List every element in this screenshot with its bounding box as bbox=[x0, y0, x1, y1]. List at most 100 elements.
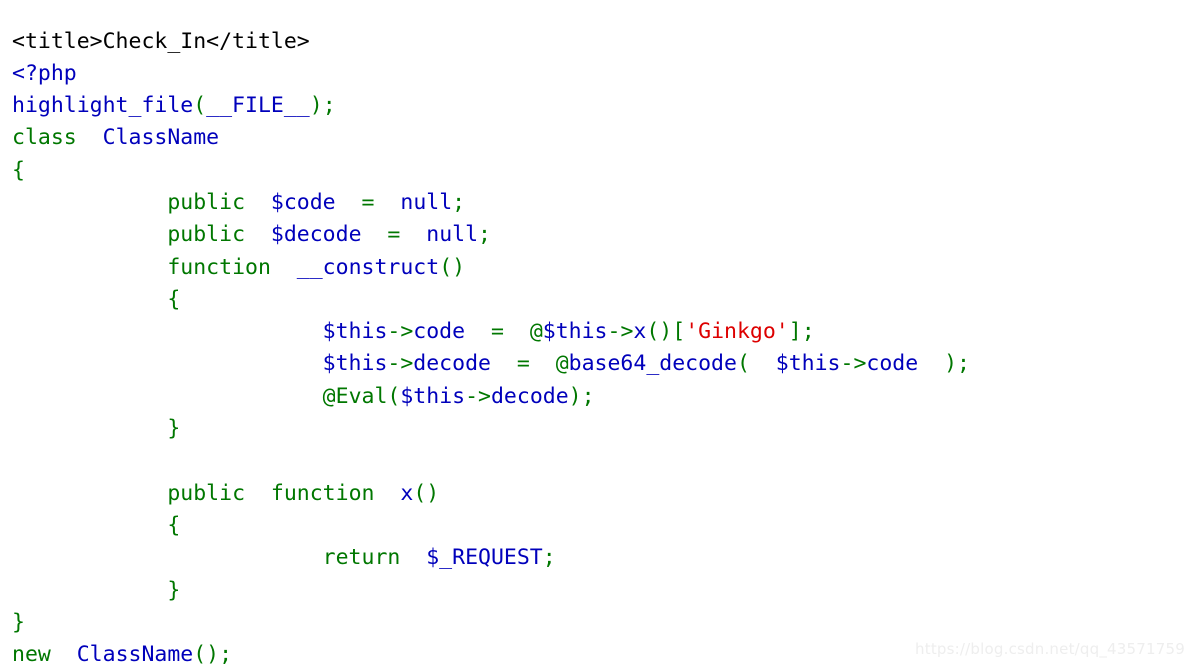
code-token: ) bbox=[944, 351, 957, 376]
code-token: ()[ bbox=[646, 319, 685, 344]
code-token: new bbox=[12, 642, 51, 667]
code-token bbox=[51, 642, 77, 667]
code-token: = bbox=[387, 222, 400, 247]
code-line: public $code = null; bbox=[12, 187, 970, 219]
code-token: -> bbox=[608, 319, 634, 344]
code-token bbox=[400, 222, 426, 247]
code-token: 'Ginkgo' bbox=[685, 319, 789, 344]
code-token: { bbox=[12, 158, 25, 183]
code-line: <?php bbox=[12, 58, 970, 90]
code-token bbox=[12, 545, 323, 570]
code-token: -> bbox=[387, 319, 413, 344]
code-token: } bbox=[12, 610, 25, 635]
source-code-listing: <title>Check_In</title> <?php highlight_fi… bbox=[12, 26, 970, 671]
code-token: -> bbox=[841, 351, 867, 376]
code-token bbox=[12, 190, 167, 215]
code-token: Eval bbox=[336, 384, 388, 409]
code-token bbox=[12, 351, 323, 376]
code-token bbox=[12, 416, 167, 441]
code-token: x bbox=[400, 481, 413, 506]
code-token: ( bbox=[387, 384, 400, 409]
code-token: = bbox=[517, 351, 530, 376]
code-token: () bbox=[193, 642, 219, 667]
code-token bbox=[12, 481, 167, 506]
code-token: public bbox=[167, 190, 245, 215]
code-token bbox=[77, 125, 103, 150]
code-token: ; bbox=[219, 642, 232, 667]
code-token: $decode bbox=[271, 222, 362, 247]
watermark-url: https://blog.csdn.net/qq_43571759 bbox=[915, 640, 1185, 658]
code-token: $this bbox=[323, 351, 388, 376]
code-token bbox=[374, 190, 400, 215]
code-token: class bbox=[12, 125, 77, 150]
code-token bbox=[245, 481, 271, 506]
code-line: $this->code = @$this->x()['Ginkgo']; bbox=[12, 316, 970, 348]
code-token: () bbox=[439, 255, 465, 280]
code-line: } bbox=[12, 607, 970, 639]
code-token: } bbox=[167, 416, 180, 441]
code-token: ClassName bbox=[77, 642, 194, 667]
code-token bbox=[12, 513, 167, 538]
code-token: base64_decode bbox=[569, 351, 737, 376]
code-token: <title>Check_In</title> bbox=[12, 29, 310, 54]
code-token: code bbox=[413, 319, 465, 344]
code-token: public bbox=[167, 222, 245, 247]
code-token: { bbox=[167, 513, 180, 538]
code-token: @ bbox=[323, 384, 336, 409]
code-token: ) bbox=[569, 384, 582, 409]
code-token: $this bbox=[400, 384, 465, 409]
code-line: @Eval($this->decode); bbox=[12, 381, 970, 413]
code-line: return $_REQUEST; bbox=[12, 542, 970, 574]
code-token: @ bbox=[530, 319, 543, 344]
code-token: $this bbox=[543, 319, 608, 344]
code-token: ; bbox=[582, 384, 595, 409]
code-token bbox=[491, 351, 517, 376]
code-line: public $decode = null; bbox=[12, 219, 970, 251]
code-token bbox=[750, 351, 776, 376]
code-token: decode bbox=[491, 384, 569, 409]
code-token: ; bbox=[478, 222, 491, 247]
code-token: @ bbox=[556, 351, 569, 376]
code-token: $this bbox=[776, 351, 841, 376]
code-token bbox=[12, 287, 167, 312]
code-token: public bbox=[167, 481, 245, 506]
code-token: $this bbox=[323, 319, 388, 344]
code-token: = bbox=[491, 319, 504, 344]
code-token bbox=[12, 384, 323, 409]
code-line bbox=[12, 445, 970, 477]
code-token: $_REQUEST bbox=[426, 545, 543, 570]
code-token bbox=[465, 319, 491, 344]
code-token: ] bbox=[789, 319, 802, 344]
code-token: code bbox=[866, 351, 918, 376]
code-token: ClassName bbox=[103, 125, 220, 150]
code-token: null bbox=[400, 190, 452, 215]
code-token: ; bbox=[452, 190, 465, 215]
code-token: () bbox=[413, 481, 439, 506]
code-line: } bbox=[12, 575, 970, 607]
code-token: ( bbox=[737, 351, 750, 376]
code-token bbox=[12, 222, 167, 247]
code-line: { bbox=[12, 155, 970, 187]
code-token: ; bbox=[543, 545, 556, 570]
code-token: ; bbox=[957, 351, 970, 376]
code-token: ; bbox=[802, 319, 815, 344]
code-line: new ClassName(); bbox=[12, 639, 970, 671]
code-token: ) bbox=[310, 93, 323, 118]
code-line: function __construct() bbox=[12, 252, 970, 284]
code-token: null bbox=[426, 222, 478, 247]
code-token bbox=[362, 222, 388, 247]
code-token bbox=[374, 481, 400, 506]
code-token bbox=[245, 222, 271, 247]
code-token: x bbox=[633, 319, 646, 344]
code-token bbox=[271, 255, 297, 280]
code-token bbox=[12, 255, 167, 280]
code-token bbox=[400, 545, 426, 570]
code-token bbox=[530, 351, 556, 376]
code-token: function bbox=[271, 481, 375, 506]
code-token: return bbox=[323, 545, 401, 570]
code-line: public function x() bbox=[12, 478, 970, 510]
code-token: <?php bbox=[12, 61, 77, 86]
code-token: { bbox=[167, 287, 180, 312]
code-line: highlight_file(__FILE__); bbox=[12, 90, 970, 122]
code-line: { bbox=[12, 510, 970, 542]
